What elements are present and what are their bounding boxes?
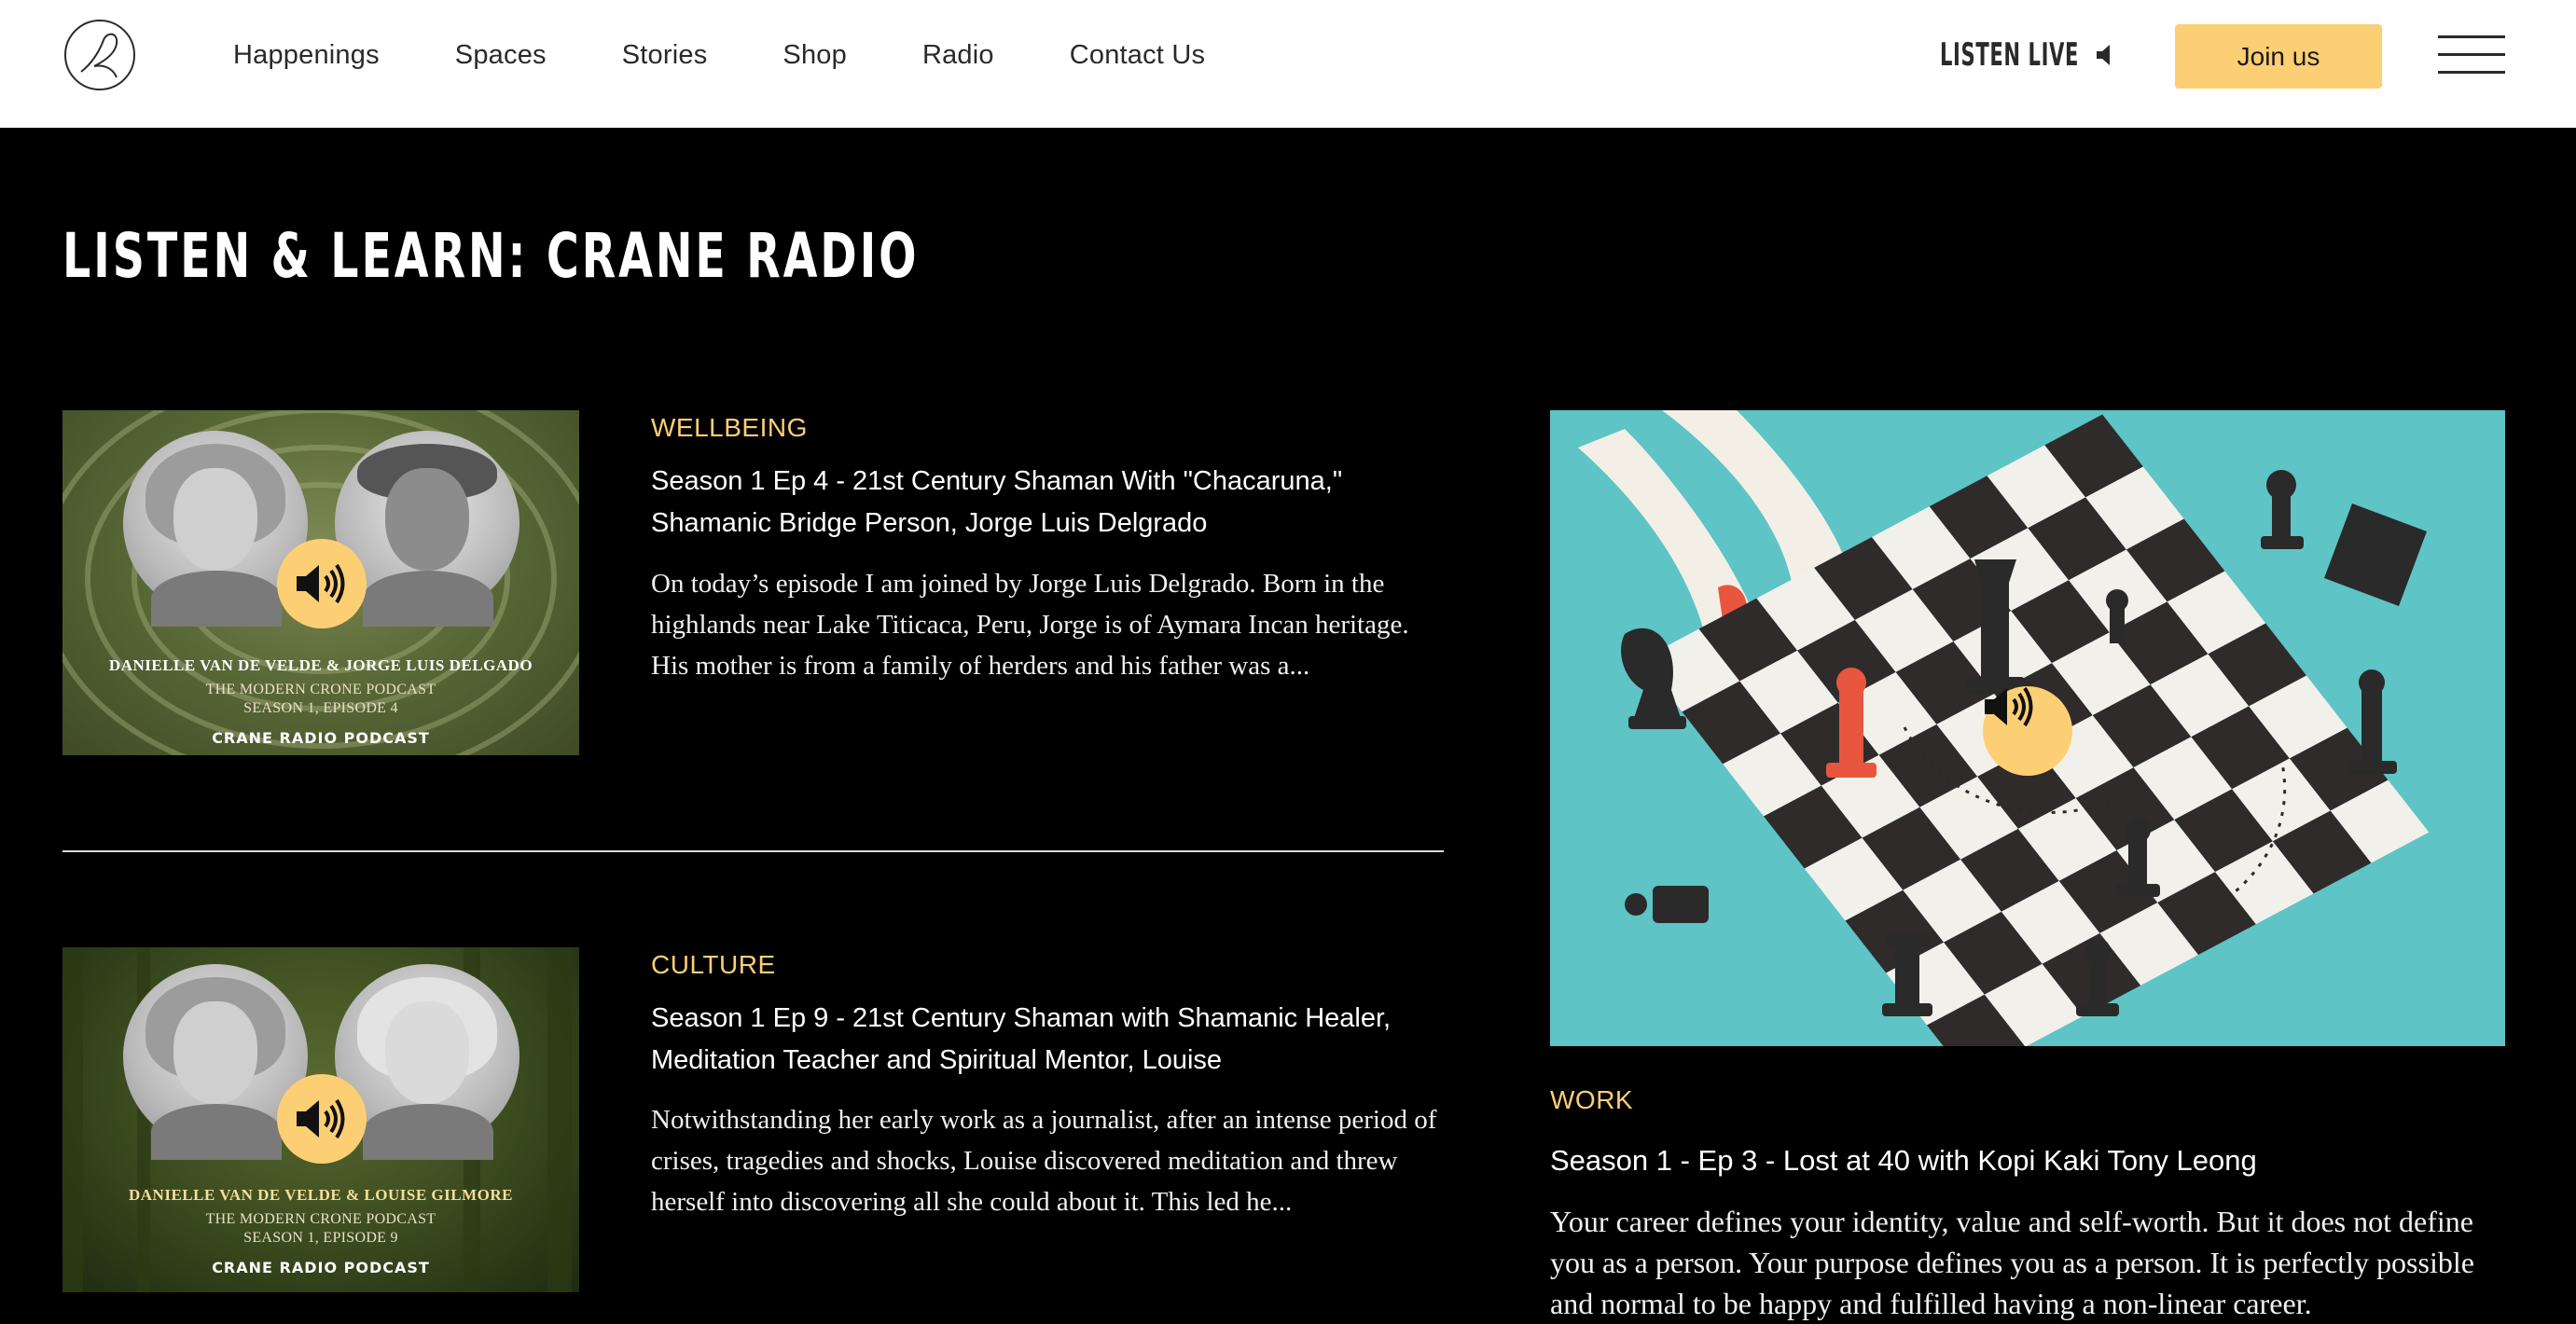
site-header: Happenings Spaces Stories Shop Radio Con… <box>0 0 2576 128</box>
nav-spaces[interactable]: Spaces <box>455 40 547 71</box>
thumb-names: DANIELLE VAN DE VELDE & LOUISE GILMORE <box>129 1186 513 1204</box>
nav-happenings[interactable]: Happenings <box>233 40 380 71</box>
featured-category[interactable]: WORK <box>1550 1085 1633 1115</box>
episode-thumbnail[interactable]: DANIELLE VAN DE VELDE & LOUISE GILMORE T… <box>62 947 579 1292</box>
episode-category[interactable]: CULTURE <box>651 950 776 980</box>
thumb-episode: SEASON 1, EPISODE 4 <box>243 700 398 716</box>
play-audio-button[interactable] <box>1983 686 2072 776</box>
page-title: LISTEN & LEARN: CRANE RADIO <box>62 220 920 292</box>
crane-logo-icon[interactable] <box>62 18 137 92</box>
episode-divider <box>62 850 1444 852</box>
nav-shop[interactable]: Shop <box>782 40 847 71</box>
episode-title[interactable]: Season 1 Ep 9 - 21st Century Shaman with… <box>651 998 1416 1082</box>
episode-description: Notwithstanding her early work as a jour… <box>651 1105 1437 1217</box>
thumb-podcast: THE MODERN CRONE PODCAST <box>205 682 436 697</box>
volume-icon <box>297 1098 345 1139</box>
episode-category[interactable]: WELLBEING <box>651 413 808 443</box>
episode-description: On today’s episode I am joined by Jorge … <box>651 569 1409 681</box>
thumb-brand: CRANE RADIO PODCAST <box>212 1259 430 1276</box>
listen-live-link[interactable]: LISTEN LIVE <box>1940 32 2079 78</box>
thumb-names: DANIELLE VAN DE VELDE & JORGE LUIS DELGA… <box>108 656 533 674</box>
featured-episode-image[interactable] <box>1550 410 2505 1046</box>
hamburger-menu-icon[interactable] <box>2438 35 2505 75</box>
volume-icon <box>297 563 345 604</box>
volume-icon <box>1985 686 2033 727</box>
featured-description: Your career defines your identity, value… <box>1550 1205 2474 1320</box>
featured-title[interactable]: Season 1 - Ep 3 - Lost at 40 with Kopi K… <box>1550 1139 2520 1181</box>
thumb-episode: SEASON 1, EPISODE 9 <box>243 1230 398 1246</box>
episode-thumbnail[interactable]: DANIELLE VAN DE VELDE & JORGE LUIS DELGA… <box>62 410 579 755</box>
nav-stories[interactable]: Stories <box>622 40 708 71</box>
nav-contact-us[interactable]: Contact Us <box>1070 40 1205 71</box>
episode-title[interactable]: Season 1 Ep 4 - 21st Century Shaman With… <box>651 461 1416 545</box>
speaker-icon[interactable] <box>2095 43 2115 67</box>
play-audio-button[interactable] <box>277 1074 367 1164</box>
nav-radio[interactable]: Radio <box>922 40 994 71</box>
thumb-podcast: THE MODERN CRONE PODCAST <box>205 1211 436 1227</box>
main-nav: Happenings Spaces Stories Shop Radio Con… <box>233 0 1281 110</box>
join-us-button[interactable]: Join us <box>2175 24 2382 89</box>
thumb-brand: CRANE RADIO PODCAST <box>212 729 430 747</box>
play-audio-button[interactable] <box>277 539 367 628</box>
